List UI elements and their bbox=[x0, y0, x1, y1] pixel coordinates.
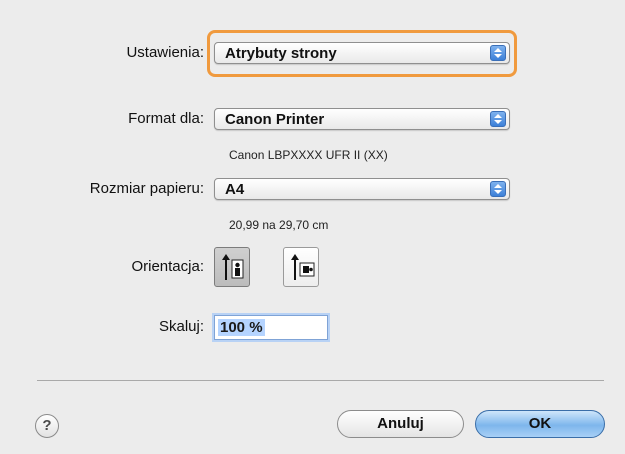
portrait-orientation-icon bbox=[222, 254, 244, 280]
paper-size-label: Rozmiar papieru: bbox=[89, 180, 204, 197]
scale-label: Skaluj: bbox=[158, 318, 204, 335]
orientation-label: Orientacja: bbox=[131, 258, 204, 275]
updown-arrows-icon bbox=[490, 45, 506, 61]
cancel-button[interactable]: Anuluj bbox=[337, 410, 464, 438]
printer-model-text: Canon LBPXXXX UFR II (XX) bbox=[229, 148, 388, 162]
settings-label: Ustawienia: bbox=[126, 44, 204, 61]
settings-popup-value: Atrybuty strony bbox=[225, 45, 337, 62]
format-for-label: Format dla: bbox=[128, 110, 204, 127]
page-setup-dialog: Ustawienia: Atrybuty strony Format dla: … bbox=[0, 0, 625, 454]
ok-button[interactable]: OK bbox=[475, 410, 605, 438]
landscape-orientation-icon bbox=[291, 254, 315, 280]
orientation-portrait-button[interactable] bbox=[214, 247, 250, 287]
format-for-popup-value: Canon Printer bbox=[225, 111, 325, 128]
scale-input-value: 100 % bbox=[218, 319, 265, 336]
settings-popup[interactable]: Atrybuty strony bbox=[214, 42, 510, 64]
paper-size-popup-value: A4 bbox=[225, 181, 245, 198]
paper-size-popup[interactable]: A4 bbox=[214, 178, 510, 200]
orientation-landscape-button[interactable] bbox=[283, 247, 319, 287]
updown-arrows-icon bbox=[490, 111, 506, 127]
paper-dimensions-text: 20,99 na 29,70 cm bbox=[229, 218, 329, 232]
separator bbox=[37, 380, 604, 381]
format-for-popup[interactable]: Canon Printer bbox=[214, 108, 510, 130]
scale-input[interactable]: 100 % bbox=[214, 315, 328, 340]
help-button[interactable]: ? bbox=[35, 414, 59, 438]
updown-arrows-icon bbox=[490, 181, 506, 197]
